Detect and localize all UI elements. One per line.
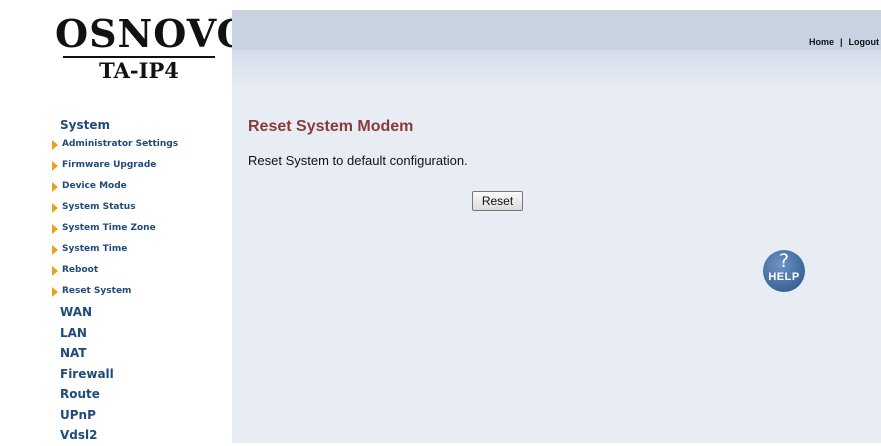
sidebar-item-label: Firmware Upgrade — [62, 160, 157, 170]
arrow-right-icon — [52, 161, 58, 171]
sidebar-item-label: Reset System — [62, 286, 132, 296]
sidebar-item-system-status[interactable]: System Status — [0, 197, 232, 218]
sidebar-item-label: Device Mode — [62, 181, 127, 191]
sidebar-item-upnp[interactable]: UPnP — [0, 405, 232, 426]
logo-brand: OSNOVO — [55, 11, 251, 56]
sidebar: OSNOVO TA-IP4 System Administrator Setti… — [0, 0, 251, 446]
arrow-right-icon — [52, 140, 58, 150]
question-mark-icon: ? — [778, 250, 790, 272]
logo: OSNOVO TA-IP4 — [55, 11, 251, 84]
sidebar-item-nat[interactable]: NAT — [0, 343, 232, 364]
sidebar-item-label: System Time — [62, 244, 128, 254]
arrow-right-icon — [52, 287, 58, 297]
sidebar-item-system-time-zone[interactable]: System Time Zone — [0, 218, 232, 239]
arrow-right-icon — [52, 224, 58, 234]
arrow-right-icon — [52, 245, 58, 255]
page-title: Reset System Modem — [248, 118, 414, 135]
sidebar-item-label: Administrator Settings — [62, 139, 179, 149]
arrow-right-icon — [52, 182, 58, 192]
logout-link[interactable]: Logout — [849, 37, 880, 47]
header-band — [232, 50, 881, 90]
arrow-right-icon — [52, 266, 58, 276]
sidebar-item-label: System Status — [62, 202, 136, 212]
reset-button[interactable]: Reset — [472, 191, 523, 211]
sidebar-item-firewall[interactable]: Firewall — [0, 364, 232, 385]
sidebar-item-system-time[interactable]: System Time — [0, 239, 232, 260]
sidebar-item-device-mode[interactable]: Device Mode — [0, 176, 232, 197]
sidebar-item-route[interactable]: Route — [0, 384, 232, 405]
sidebar-section-system[interactable]: System — [0, 116, 232, 134]
top-bar: Home | Logout — [232, 10, 881, 50]
sidebar-nav: System Administrator Settings Firmware U… — [0, 116, 232, 446]
home-link[interactable]: Home — [809, 37, 834, 47]
top-links: Home | Logout — [809, 37, 879, 47]
sidebar-item-vdsl2[interactable]: Vdsl2 — [0, 425, 232, 446]
link-separator: | — [839, 37, 843, 47]
help-label: HELP — [768, 271, 800, 283]
logo-model: TA-IP4 — [99, 58, 179, 83]
sidebar-item-label: System Time Zone — [62, 223, 156, 233]
sidebar-item-administrator-settings[interactable]: Administrator Settings — [0, 134, 232, 155]
main-content: Home | Logout Reset System Modem Reset Sys… — [232, 10, 881, 443]
sidebar-item-lan[interactable]: LAN — [0, 323, 232, 344]
sidebar-item-reset-system[interactable]: Reset System — [0, 281, 232, 302]
arrow-right-icon — [52, 203, 58, 213]
help-icon[interactable]: ? HELP — [763, 250, 805, 292]
sidebar-item-firmware-upgrade[interactable]: Firmware Upgrade — [0, 155, 232, 176]
page-description: Reset System to default configuration. — [248, 153, 468, 168]
sidebar-item-wan[interactable]: WAN — [0, 302, 232, 323]
sidebar-item-reboot[interactable]: Reboot — [0, 260, 232, 281]
